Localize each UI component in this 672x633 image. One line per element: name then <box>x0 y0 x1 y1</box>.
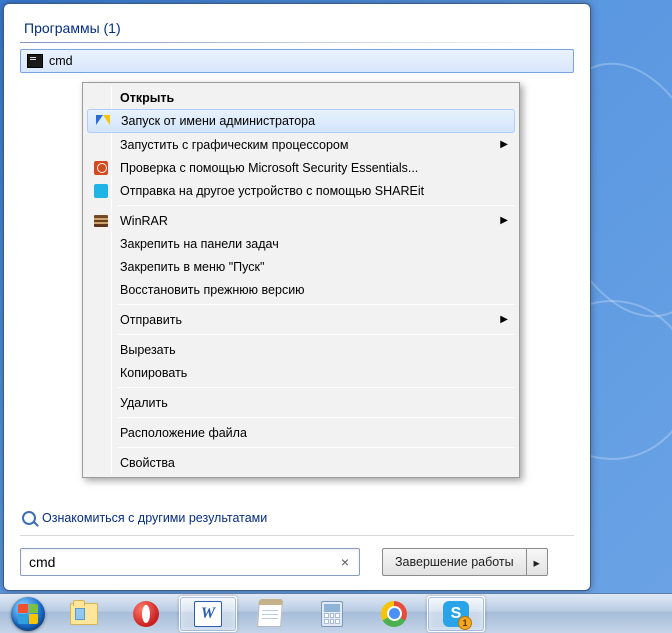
taskbar-item-chrome[interactable] <box>365 596 423 632</box>
context-menu-item[interactable]: Запустить с графическим процессором ▶ <box>86 133 516 156</box>
context-menu-item[interactable]: Отправка на другое устройство с помощью … <box>86 179 516 202</box>
context-menu-separator <box>118 205 514 206</box>
submenu-arrow-icon: ▶ <box>500 139 508 150</box>
shield-icon <box>94 112 112 130</box>
context-menu-item[interactable]: Свойства <box>86 451 516 474</box>
context-menu-item[interactable]: Закрепить в меню "Пуск" <box>86 255 516 278</box>
shareit-icon <box>92 182 110 200</box>
taskbar-item-notepad[interactable] <box>241 596 299 632</box>
context-menu-item-label: Запуск от имени администратора <box>121 114 315 128</box>
context-menu-item-label: Вырезать <box>120 343 176 357</box>
calc-icon <box>321 601 343 627</box>
context-menu-item-label: Отправить <box>120 313 182 327</box>
notification-badge: 1 <box>458 616 472 630</box>
context-menu-item-label: Расположение файла <box>120 426 247 440</box>
context-menu-item[interactable]: Закрепить на панели задач <box>86 232 516 255</box>
start-search-box[interactable]: × <box>20 548 360 576</box>
search-result-cmd[interactable]: cmd <box>20 49 574 73</box>
context-menu-item[interactable]: Вырезать <box>86 338 516 361</box>
word-icon: W <box>194 601 222 627</box>
shutdown-label: Завершение работы <box>395 555 514 569</box>
context-menu-item-label: Запустить с графическим процессором <box>120 138 348 152</box>
context-menu-item[interactable]: Удалить <box>86 391 516 414</box>
context-menu-item[interactable]: Восстановить прежнюю версию <box>86 278 516 301</box>
clear-search-button[interactable]: × <box>337 554 353 570</box>
section-divider <box>20 42 574 43</box>
cmd-icon <box>27 54 43 68</box>
context-menu-item-label: Копировать <box>120 366 187 380</box>
context-menu-separator <box>118 304 514 305</box>
shutdown-button[interactable]: Завершение работы <box>382 548 526 576</box>
winrar-icon <box>92 212 110 230</box>
context-menu-item-label: Закрепить в меню "Пуск" <box>120 260 264 274</box>
context-menu-item-label: Свойства <box>120 456 175 470</box>
search-icon <box>22 511 36 525</box>
shutdown-button-group: Завершение работы ▸ <box>382 548 548 576</box>
context-menu-item[interactable]: Отправить ▶ <box>86 308 516 331</box>
notepad-icon <box>257 601 283 627</box>
bottom-divider <box>20 535 574 536</box>
context-menu-separator <box>118 447 514 448</box>
see-more-label: Ознакомиться с другими результатами <box>42 511 267 525</box>
submenu-arrow-icon: ▶ <box>500 215 508 226</box>
see-more-results-link[interactable]: Ознакомиться с другими результатами <box>22 511 574 525</box>
context-menu-item[interactable]: WinRAR ▶ <box>86 209 516 232</box>
context-menu-item-label: Удалить <box>120 396 168 410</box>
context-menu-item[interactable]: Проверка с помощью Microsoft Security Es… <box>86 156 516 179</box>
start-button[interactable] <box>5 595 51 633</box>
context-menu-item[interactable]: Копировать <box>86 361 516 384</box>
search-input[interactable] <box>29 554 337 570</box>
context-menu-item[interactable]: Расположение файла <box>86 421 516 444</box>
taskbar-item-calc[interactable] <box>303 596 361 632</box>
context-menu-item-label: Закрепить на панели задач <box>120 237 279 251</box>
context-menu-item-label: Открыть <box>120 91 174 105</box>
taskbar-item-opera[interactable] <box>117 596 175 632</box>
context-menu-item-label: Восстановить прежнюю версию <box>120 283 305 297</box>
taskbar: W S1 <box>0 593 672 633</box>
context-menu-item[interactable]: Запуск от имени администратора <box>87 109 515 133</box>
context-menu-item-label: Отправка на другое устройство с помощью … <box>120 184 424 198</box>
taskbar-item-explorer[interactable] <box>55 596 113 632</box>
submenu-arrow-icon: ▶ <box>500 314 508 325</box>
start-menu-bottom-row: × Завершение работы ▸ <box>20 548 574 576</box>
context-menu-item-label: Проверка с помощью Microsoft Security Es… <box>120 161 418 175</box>
skype-icon: S1 <box>443 601 469 627</box>
shutdown-options-button[interactable]: ▸ <box>526 548 548 576</box>
taskbar-item-skype[interactable]: S1 <box>427 596 485 632</box>
context-menu-item-label: WinRAR <box>120 214 168 228</box>
context-menu-separator <box>118 334 514 335</box>
context-menu-separator <box>118 387 514 388</box>
context-menu-item[interactable]: Открыть <box>86 86 516 109</box>
mse-icon <box>92 159 110 177</box>
search-result-label: cmd <box>49 54 73 68</box>
programs-section-header: Программы (1) <box>20 20 574 36</box>
chevron-right-icon: ▸ <box>534 555 540 570</box>
windows-logo-icon <box>11 597 45 631</box>
explorer-icon <box>70 603 98 625</box>
context-menu: Открыть Запуск от имени администратора Зап… <box>82 82 520 478</box>
chrome-icon <box>381 601 407 627</box>
opera-icon <box>133 601 159 627</box>
context-menu-separator <box>118 417 514 418</box>
taskbar-item-word[interactable]: W <box>179 596 237 632</box>
